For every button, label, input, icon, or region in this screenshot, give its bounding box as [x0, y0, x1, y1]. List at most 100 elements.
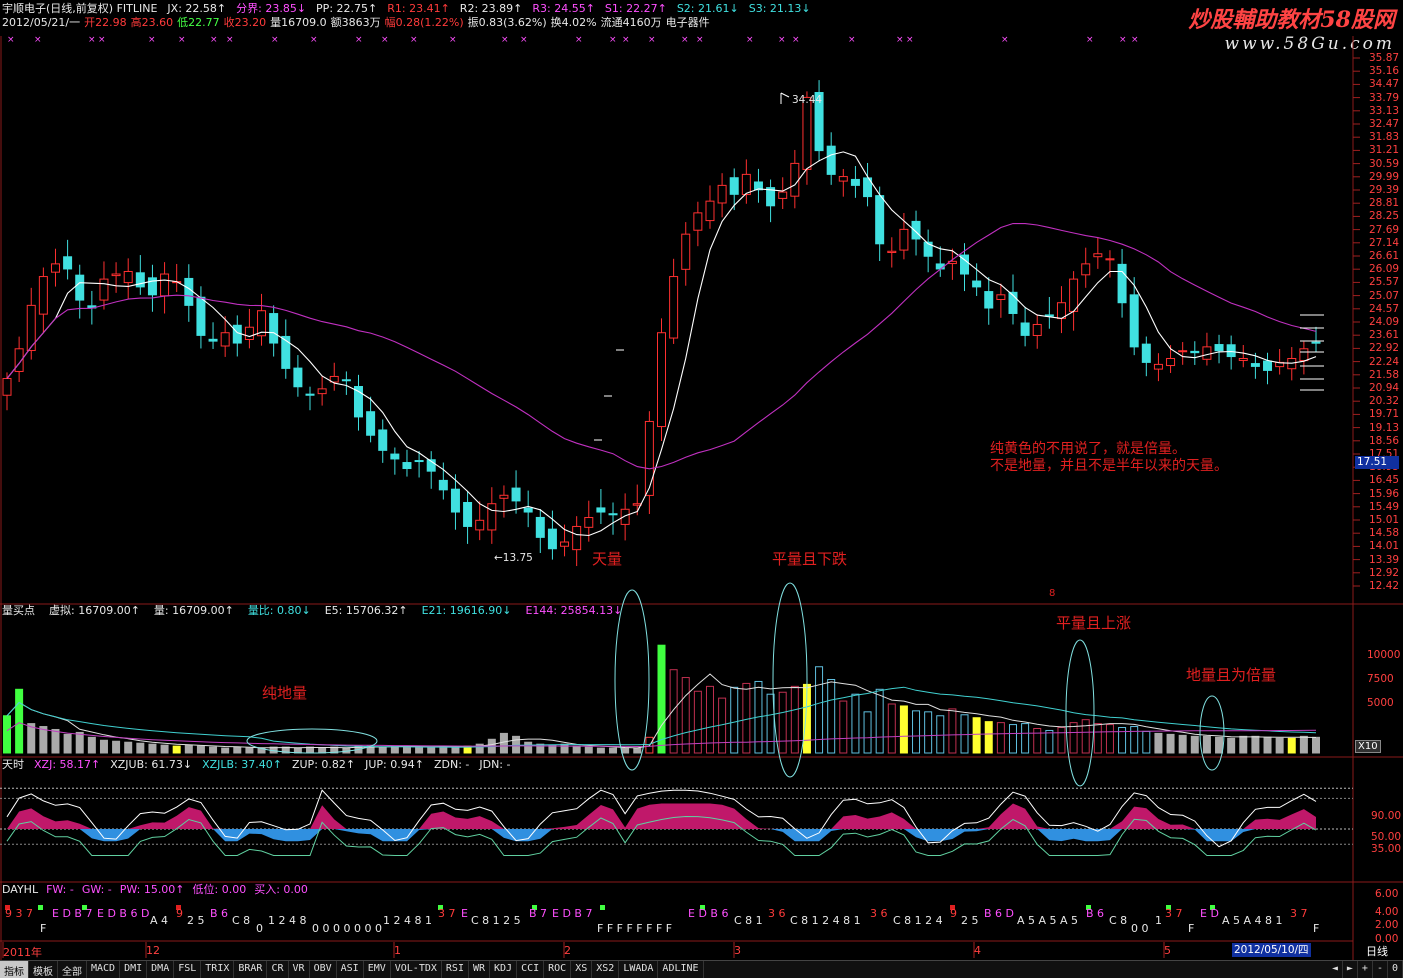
toolbar-tab-cci[interactable]: CCI — [517, 961, 545, 978]
volume-bar — [936, 715, 945, 754]
price-axis-tick: 20.94 — [1369, 382, 1400, 394]
period-label[interactable]: 日线 — [1366, 943, 1388, 959]
candle-body — [390, 453, 400, 460]
label-chundiliang: 纯地量 — [262, 684, 308, 702]
time-axis-label: 4 — [974, 944, 981, 957]
toolbar-tab-brar[interactable]: BRAR — [234, 961, 268, 978]
dayhl-header-item-0: DAYHL — [2, 883, 39, 896]
dayhl-code: 9 — [950, 907, 957, 920]
candle-body — [341, 379, 351, 382]
dayhl-code: B 6 — [210, 907, 229, 920]
volume-bar — [1166, 733, 1175, 754]
toolbar-tab-roc[interactable]: ROC — [544, 961, 572, 978]
toolbar-tab-模板[interactable]: 模板 — [29, 961, 58, 978]
signal-x-marker: × — [1001, 35, 1009, 45]
dayhl-axis: 6.00 4.00 2.00 0.00 — [1353, 882, 1403, 945]
volume-bar — [196, 745, 205, 754]
candle-body — [741, 173, 751, 196]
kline-chart[interactable]: × × × × × × × × × × × × × × × × × × × × × × × × × × × × × × × × — [0, 0, 1403, 977]
time-axis-label: 1 — [394, 944, 401, 957]
signal-x-marker: × — [778, 35, 786, 45]
dayhl-code: E D B 7 — [552, 907, 593, 920]
toolbar-tab-kdj[interactable]: KDJ — [490, 961, 518, 978]
signal-x-marker: × — [648, 35, 656, 45]
dayhl-code: 1 2 4 8 — [268, 914, 307, 927]
price-axis-tick: 24.09 — [1369, 316, 1400, 328]
toolbar-nav-button[interactable]: ► — [1343, 961, 1358, 978]
toolbar-nav-button[interactable]: + — [1358, 961, 1373, 978]
dayhl-header-item-3: PW: 15.00↑ — [119, 883, 185, 896]
candle-body — [972, 280, 982, 288]
toolbar-tab-emv[interactable]: EMV — [364, 961, 391, 978]
dayhl-code: C 8 1 — [734, 914, 763, 927]
toolbar-tab-trix[interactable]: TRIX — [201, 961, 235, 978]
candle-body — [511, 487, 521, 502]
volume-header-item-6: E144: 25854.13↓ — [525, 604, 623, 617]
signal-x-marker: × — [226, 35, 234, 45]
dayhl-code: C 8 1 2 4 8 1 — [790, 914, 861, 927]
price-axis-tick: 33.13 — [1369, 104, 1400, 117]
candle-body — [693, 212, 703, 231]
candle-body — [475, 519, 485, 531]
toolbar-tab-指标[interactable]: 指标 — [0, 961, 29, 978]
volume-bar — [863, 711, 872, 754]
toolbar-tab-fsl[interactable]: FSL — [174, 961, 202, 978]
toolbar-tab-全部[interactable]: 全部 — [58, 961, 87, 978]
toolbar-tab-obv[interactable]: OBV — [310, 961, 337, 978]
price-axis-tick: 14.58 — [1369, 527, 1400, 540]
toolbar-tab-lwada[interactable]: LWADA — [619, 961, 659, 978]
toolbar-tab-vol-tdx[interactable]: VOL-TDX — [391, 961, 442, 978]
price-axis-tick: 19.13 — [1369, 421, 1400, 434]
tianshi-axis-tick: 90.00 — [1371, 810, 1402, 822]
toolbar-nav-button[interactable]: ◄ — [1328, 961, 1343, 978]
volume-axis-tick: 10000 — [1367, 649, 1401, 661]
signal-x-marker: × — [310, 35, 318, 45]
toolbar-tab-xs[interactable]: XS — [571, 961, 593, 978]
price-axis-tick: 14.01 — [1369, 540, 1400, 553]
volume-bar — [1142, 730, 1151, 754]
candle-body — [523, 507, 533, 513]
volume-bar — [148, 743, 157, 754]
dayhl-code: E D — [1200, 907, 1219, 920]
candle-body — [875, 195, 885, 245]
candle-body — [1311, 341, 1321, 344]
toolbar-tab-adline[interactable]: ADLINE — [658, 961, 704, 978]
toolbar-tab-dma[interactable]: DMA — [147, 961, 175, 978]
volume-bar — [887, 703, 896, 754]
highlight-ellipse — [772, 582, 808, 778]
signal-x-marker: × — [88, 35, 96, 45]
date-cursor-box: 2012/05/10/四 — [1232, 943, 1311, 957]
dayhl-code: F — [40, 922, 47, 935]
toolbar-nav-button[interactable]: 0 — [1388, 961, 1403, 978]
price-axis-tick: 23.61 — [1369, 329, 1400, 342]
toolbar-tab-asi[interactable]: ASI — [337, 961, 364, 978]
toolbar-tab-xs2[interactable]: XS2 — [592, 961, 620, 978]
signal-x-marker: × — [1131, 35, 1139, 45]
dayhl-code: E — [461, 907, 468, 920]
candle-body — [1238, 357, 1248, 361]
candle-body — [1141, 343, 1151, 363]
signal-x-marker: × — [1086, 35, 1094, 45]
label-small-8: 8 — [1049, 588, 1056, 599]
toolbar-tab-vr[interactable]: VR — [289, 961, 310, 978]
dayhl-code: 9 3 7 — [5, 907, 33, 920]
volume-bar — [730, 686, 739, 754]
candle-body — [1117, 263, 1127, 304]
toolbar-tab-macd[interactable]: MACD — [87, 961, 121, 978]
candle-body — [208, 338, 218, 342]
toolbar-tab-wr[interactable]: WR — [469, 961, 491, 978]
candle-body — [317, 388, 327, 395]
candle-body — [1153, 363, 1163, 370]
toolbar-tab-dmi[interactable]: DMI — [120, 961, 148, 978]
toolbar-nav-button[interactable]: - — [1373, 961, 1388, 978]
tianshi-header-item-5: JUP: 0.94↑ — [365, 758, 424, 771]
candle-body — [547, 528, 557, 550]
toolbar-tab-rsi[interactable]: RSI — [442, 961, 469, 978]
toolbar-tab-cr[interactable]: CR — [267, 961, 289, 978]
price-axis-tick: 15.49 — [1369, 500, 1400, 513]
candle-body — [220, 332, 230, 347]
candle-body — [196, 296, 206, 336]
volume-bar — [596, 747, 605, 754]
volume-bar — [1287, 737, 1296, 754]
